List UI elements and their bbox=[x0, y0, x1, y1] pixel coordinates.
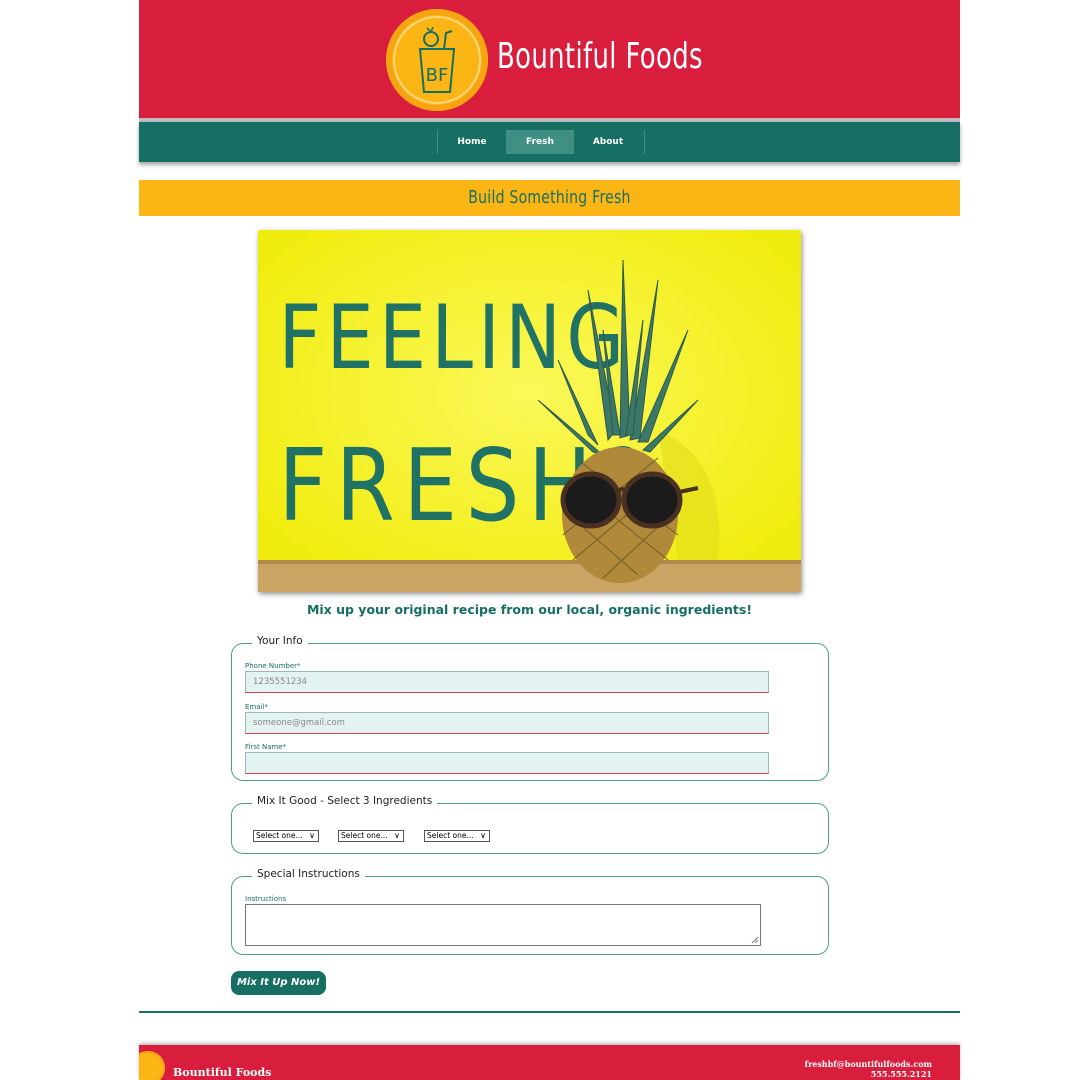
hero-image: FEELING FRESH? bbox=[258, 230, 801, 592]
main-nav: Home Fresh About bbox=[139, 122, 960, 162]
logo-text: BF bbox=[426, 65, 449, 86]
ingredient-select-2-value: Select one... bbox=[341, 831, 388, 840]
ingredient-select-1[interactable]: Select one... ∨ bbox=[253, 830, 319, 842]
nav-item-home[interactable]: Home bbox=[438, 130, 506, 154]
instructions-label: Instructions bbox=[245, 895, 287, 903]
ingredients-fieldset: Mix It Good - Select 3 Ingredients Selec… bbox=[231, 795, 829, 854]
email-label: Email* bbox=[245, 703, 268, 711]
phone-label: Phone Number* bbox=[245, 662, 301, 670]
hero-line-1: FEELING bbox=[278, 287, 629, 389]
brand-logo[interactable]: BF bbox=[386, 9, 488, 111]
footer-phone: 555.555.2121 bbox=[870, 1069, 932, 1079]
resize-handle-icon[interactable] bbox=[751, 936, 759, 944]
page: BF Bountiful Foods Home Fresh About Buil… bbox=[139, 0, 960, 1080]
juice-cup-icon: BF bbox=[393, 16, 481, 104]
nav-item-about[interactable]: About bbox=[574, 130, 642, 154]
first-name-input[interactable] bbox=[245, 752, 769, 774]
chevron-down-icon: ∨ bbox=[309, 831, 315, 840]
special-instructions-legend: Special Instructions bbox=[252, 868, 365, 880]
footer-divider bbox=[139, 1011, 960, 1013]
tagline: Mix up your original recipe from our loc… bbox=[306, 602, 753, 617]
footer-brand-name: Bountiful Foods bbox=[173, 1066, 272, 1079]
page-title: Build Something Fresh bbox=[468, 187, 631, 208]
footer-email[interactable]: freshbf@bountifulfoods.com bbox=[805, 1059, 932, 1069]
chevron-down-icon: ∨ bbox=[394, 831, 400, 840]
site-header: BF Bountiful Foods bbox=[139, 0, 960, 118]
ingredient-select-2[interactable]: Select one... ∨ bbox=[338, 830, 404, 842]
pineapple-illustration: FEELING FRESH? bbox=[258, 230, 801, 592]
ingredients-legend: Mix It Good - Select 3 Ingredients bbox=[252, 795, 438, 807]
first-name-label: First Name* bbox=[245, 743, 287, 751]
footer-logo[interactable] bbox=[139, 1051, 165, 1080]
instructions-textarea[interactable] bbox=[245, 904, 761, 946]
ingredient-select-3[interactable]: Select one... ∨ bbox=[424, 830, 490, 842]
phone-input[interactable]: 1235551234 bbox=[245, 671, 769, 693]
site-footer: Bountiful Foods freshbf@bountifulfoods.c… bbox=[139, 1045, 960, 1080]
email-input[interactable]: someone@gmail.com bbox=[245, 712, 769, 734]
chevron-down-icon: ∨ bbox=[480, 831, 486, 840]
brand-name: Bountiful Foods bbox=[497, 36, 703, 77]
nav-menu: Home Fresh About bbox=[437, 130, 645, 154]
your-info-legend: Your Info bbox=[252, 635, 308, 647]
your-info-fieldset: Your Info Phone Number* 1235551234 Email… bbox=[231, 635, 829, 781]
special-instructions-fieldset: Special Instructions Instructions bbox=[231, 868, 829, 955]
page-banner: Build Something Fresh bbox=[139, 180, 960, 216]
ingredient-select-1-value: Select one... bbox=[256, 831, 303, 840]
mix-it-up-button[interactable]: Mix It Up Now! bbox=[231, 971, 326, 995]
ingredient-select-3-value: Select one... bbox=[427, 831, 474, 840]
nav-item-fresh[interactable]: Fresh bbox=[506, 130, 574, 154]
